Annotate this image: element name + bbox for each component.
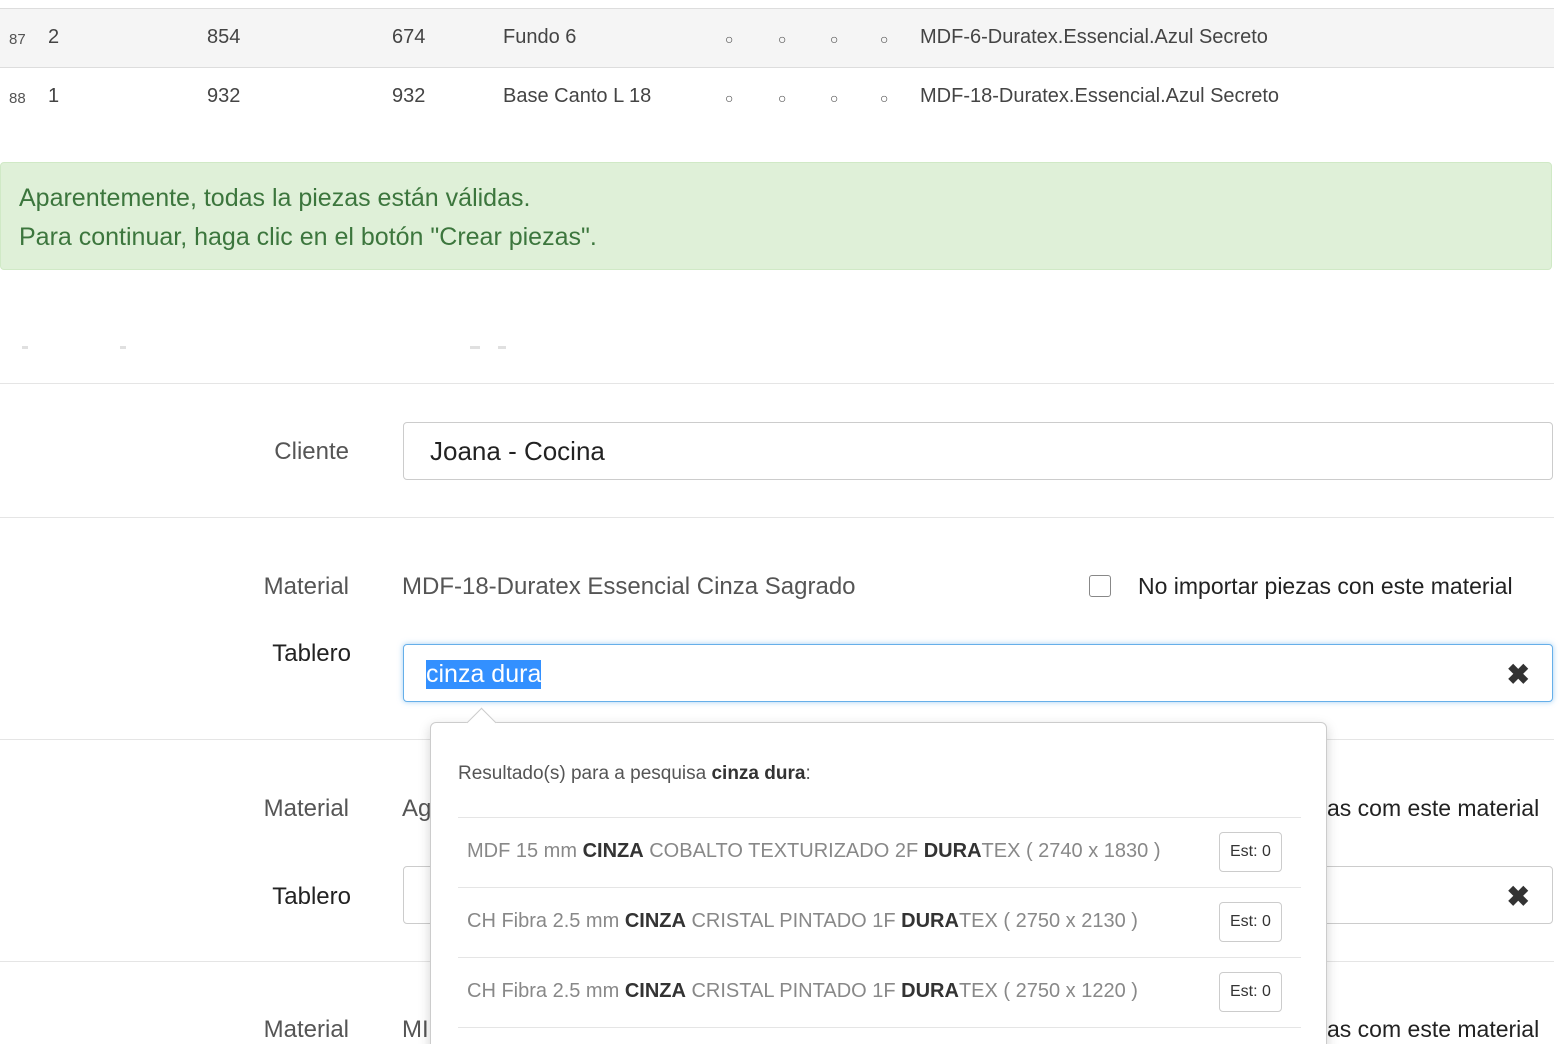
alert-line-1: Aparentemente, todas la piezas están vál…: [19, 184, 531, 212]
material-value: Ag: [402, 795, 432, 822]
tablero-search-value: cinza dura: [426, 660, 542, 689]
edge-circle-icon: ○: [830, 31, 839, 47]
tablero-label: Tablero: [272, 640, 351, 667]
row-number: 87: [9, 31, 26, 48]
edge-circle-icon: ○: [725, 90, 734, 106]
edge-circle-icon: ○: [725, 31, 734, 47]
row-height: 674: [392, 26, 426, 48]
row-number: 88: [9, 90, 26, 107]
result-label: CH Fibra 2.5 mm CINZA CRISTAL PINTADO 1F…: [467, 980, 1138, 1002]
row-quantity: 2: [48, 26, 60, 48]
no-import-checkbox[interactable]: [1089, 575, 1111, 597]
stock-badge: Est: 0: [1219, 832, 1282, 872]
cliente-input[interactable]: Joana - Cocina: [403, 422, 1553, 480]
result-item[interactable]: MDF 15 mm CINZA COBALTO TEXTURIZADO 2F D…: [458, 818, 1301, 887]
row-width: 854: [207, 26, 241, 48]
edge-circle-icon: ○: [880, 90, 889, 106]
clipped-heading-fragment: [120, 346, 126, 349]
clear-icon[interactable]: ✖: [1507, 880, 1530, 913]
success-alert: Aparentemente, todas la piezas están vál…: [0, 162, 1552, 270]
clipped-heading-fragment: [470, 346, 480, 349]
stock-badge: Est: 0: [1219, 902, 1282, 942]
divider: [0, 383, 1554, 384]
result-label: MDF 15 mm CINZA COBALTO TEXTURIZADO 2F D…: [467, 840, 1161, 862]
material-value: MDF-18-Duratex Essencial Cinza Sagrado: [402, 573, 856, 600]
clipped-heading-fragment: [498, 346, 506, 349]
edge-circle-icon: ○: [778, 31, 787, 47]
alert-line-2: Para continuar, haga clic en el botón "C…: [19, 223, 597, 251]
no-import-label[interactable]: No importar piezas con este material: [1138, 573, 1513, 600]
material-label: Material: [263, 795, 349, 822]
row-material: MDF-6-Duratex.Essencial.Azul Secreto: [920, 26, 1268, 48]
no-import-label[interactable]: as com este material: [1327, 1016, 1539, 1043]
row-description: Base Canto L 18: [503, 85, 652, 107]
row-height: 932: [392, 85, 426, 107]
stock-badge: Est: 0: [1219, 972, 1282, 1012]
no-import-label[interactable]: as com este material: [1327, 795, 1539, 822]
material-value: MI: [402, 1016, 429, 1043]
row-quantity: 1: [48, 85, 60, 107]
edge-circle-icon: ○: [830, 90, 839, 106]
clear-icon[interactable]: ✖: [1507, 658, 1530, 691]
edge-circle-icon: ○: [880, 31, 889, 47]
material-label: Material: [263, 1016, 349, 1043]
autocomplete-dropdown: Resultado(s) para a pesquisa cinza dura:…: [430, 707, 1327, 1044]
divider: [458, 1027, 1301, 1028]
tablero-label: Tablero: [272, 883, 351, 910]
material-label: Material: [263, 573, 349, 600]
result-item[interactable]: CH Fibra 2.5 mm CINZA CRISTAL PINTADO 1F…: [458, 888, 1301, 957]
row-material: MDF-18-Duratex.Essencial.Azul Secreto: [920, 85, 1280, 107]
dropdown-arrow: [466, 707, 497, 738]
result-label: CH Fibra 2.5 mm CINZA CRISTAL PINTADO 1F…: [467, 910, 1138, 932]
result-item[interactable]: CH Fibra 2.5 mm CINZA CRISTAL PINTADO 1F…: [458, 958, 1301, 1027]
results-query: cinza dura: [711, 763, 806, 784]
cliente-label: Cliente: [274, 438, 349, 465]
page: 87 2 854 674 Fundo 6 ○ ○ ○ ○ MDF-6-Durat…: [0, 0, 1561, 1044]
edge-circle-icon: ○: [778, 90, 787, 106]
divider: [0, 517, 1554, 518]
clipped-heading-fragment: [22, 346, 28, 349]
table-row: 88 1 932 932 Base Canto L 18 ○ ○ ○ ○ MDF…: [0, 68, 1554, 126]
table-row: 87 2 854 674 Fundo 6 ○ ○ ○ ○ MDF-6-Durat…: [0, 9, 1554, 68]
cliente-input-value: Joana - Cocina: [430, 436, 605, 466]
row-description: Fundo 6: [503, 26, 577, 48]
tablero-search-input[interactable]: cinza dura ✖: [403, 644, 1553, 702]
results-header: Resultado(s) para a pesquisa cinza dura:: [458, 763, 811, 784]
row-width: 932: [207, 85, 241, 107]
